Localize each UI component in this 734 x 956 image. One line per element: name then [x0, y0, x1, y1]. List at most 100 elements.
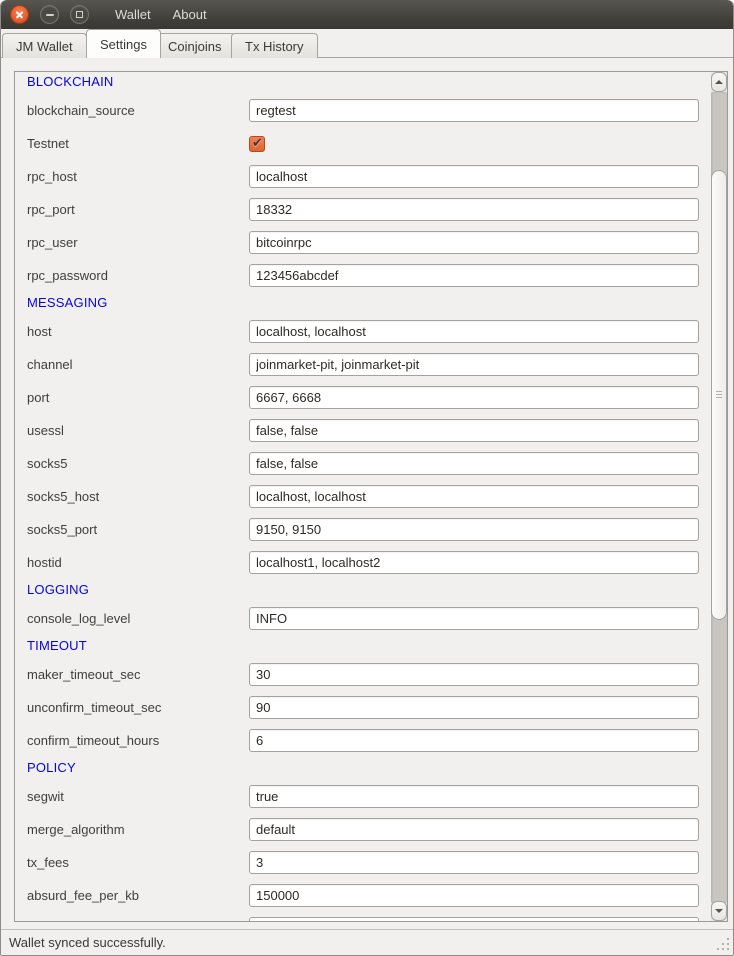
- tab-tx-history[interactable]: Tx History: [231, 33, 318, 58]
- settings-row: hostid: [27, 551, 710, 574]
- field-label: hostid: [27, 555, 249, 570]
- field-label: tx_fees: [27, 855, 249, 870]
- field-input[interactable]: [249, 551, 699, 574]
- tab-coinjoins[interactable]: Coinjoins: [154, 33, 235, 58]
- field-label: segwit: [27, 789, 249, 804]
- settings-row: channel: [27, 353, 710, 376]
- field-input[interactable]: [249, 386, 699, 409]
- section-header: LOGGING: [27, 582, 710, 598]
- settings-row: host: [27, 320, 710, 343]
- field-label: usessl: [27, 423, 249, 438]
- settings-row: console_log_level: [27, 607, 710, 630]
- close-icon: [11, 6, 28, 23]
- minimize-button[interactable]: [40, 5, 59, 24]
- menubar: Wallet About: [104, 0, 218, 29]
- field-input[interactable]: [249, 419, 699, 442]
- field-input[interactable]: [249, 607, 699, 630]
- settings-row: blockchain_source: [27, 99, 710, 122]
- field-label: blockchain_source: [27, 103, 249, 118]
- tab-bar: JM Wallet Settings Coinjoins Tx History: [1, 29, 733, 58]
- field-label: socks5: [27, 456, 249, 471]
- field-label: merge_algorithm: [27, 822, 249, 837]
- settings-viewport: BLOCKCHAIN blockchain_source Testnet rpc…: [15, 72, 710, 921]
- settings-row: socks5_port: [27, 518, 710, 541]
- field-input[interactable]: [249, 485, 699, 508]
- tab-jm-wallet[interactable]: JM Wallet: [2, 33, 87, 58]
- settings-row: tx_fees: [27, 851, 710, 874]
- field-input[interactable]: [249, 198, 699, 221]
- field-input[interactable]: [249, 165, 699, 188]
- field-label: Testnet: [27, 136, 249, 151]
- field-label: console_log_level: [27, 611, 249, 626]
- status-bar: Wallet synced successfully.: [1, 929, 733, 955]
- field-label: socks5_port: [27, 522, 249, 537]
- settings-row: unconfirm_timeout_sec: [27, 696, 710, 719]
- field-label: absurd_fee_per_kb: [27, 888, 249, 903]
- clipped-next-field-input[interactable]: [249, 917, 699, 921]
- grip-icon: [716, 391, 722, 392]
- menu-item-wallet[interactable]: Wallet: [104, 0, 162, 29]
- settings-row: confirm_timeout_hours: [27, 729, 710, 752]
- field-label: host: [27, 324, 249, 339]
- status-message: Wallet synced successfully.: [9, 935, 166, 950]
- minimize-icon: [46, 14, 54, 16]
- menu-item-about[interactable]: About: [162, 0, 218, 29]
- settings-row: segwit: [27, 785, 710, 808]
- field-input[interactable]: [249, 663, 699, 686]
- resize-grip[interactable]: [716, 938, 729, 951]
- field-input[interactable]: [249, 518, 699, 541]
- titlebar[interactable]: Wallet About: [1, 0, 733, 29]
- field-label: rpc_password: [27, 268, 249, 283]
- field-input[interactable]: [249, 696, 699, 719]
- field-input[interactable]: [249, 99, 699, 122]
- settings-checkbox[interactable]: [249, 136, 265, 152]
- field-input[interactable]: [249, 264, 699, 287]
- scroll-down-button[interactable]: [711, 901, 727, 921]
- section-header: BLOCKCHAIN: [27, 74, 710, 90]
- settings-pane: BLOCKCHAIN blockchain_source Testnet rpc…: [1, 58, 733, 930]
- settings-row: rpc_password: [27, 264, 710, 287]
- field-input[interactable]: [249, 729, 699, 752]
- field-label: channel: [27, 357, 249, 372]
- settings-row: maker_timeout_sec: [27, 663, 710, 686]
- field-input[interactable]: [249, 320, 699, 343]
- field-label: maker_timeout_sec: [27, 667, 249, 682]
- field-label: socks5_host: [27, 489, 249, 504]
- settings-row: rpc_user: [27, 231, 710, 254]
- field-label: rpc_host: [27, 169, 249, 184]
- section-header: MESSAGING: [27, 295, 710, 311]
- settings-row: port: [27, 386, 710, 409]
- settings-row: rpc_host: [27, 165, 710, 188]
- field-label: rpc_port: [27, 202, 249, 217]
- scrollbar-thumb[interactable]: [711, 170, 727, 620]
- field-input[interactable]: [249, 884, 699, 907]
- settings-row: socks5: [27, 452, 710, 475]
- field-input[interactable]: [249, 851, 699, 874]
- app-window: Wallet About JM Wallet Settings Coinjoin…: [0, 0, 734, 956]
- scrollbar-track[interactable]: [711, 92, 727, 903]
- maximize-button[interactable]: [70, 5, 89, 24]
- close-button[interactable]: [10, 5, 29, 24]
- scroll-up-button[interactable]: [711, 72, 727, 92]
- field-label: confirm_timeout_hours: [27, 733, 249, 748]
- settings-row: Testnet: [27, 132, 710, 155]
- vertical-scrollbar[interactable]: [711, 72, 727, 921]
- settings-row: absurd_fee_per_kb: [27, 884, 710, 907]
- settings-row: rpc_port: [27, 198, 710, 221]
- field-input[interactable]: [249, 231, 699, 254]
- field-input[interactable]: [249, 818, 699, 841]
- field-input[interactable]: [249, 353, 699, 376]
- arrow-down-icon: [715, 909, 723, 913]
- section-header: POLICY: [27, 760, 710, 776]
- field-label: port: [27, 390, 249, 405]
- field-input[interactable]: [249, 452, 699, 475]
- maximize-icon: [76, 11, 83, 18]
- tab-settings[interactable]: Settings: [86, 29, 161, 58]
- arrow-up-icon: [715, 80, 723, 84]
- section-header: TIMEOUT: [27, 638, 710, 654]
- settings-row: usessl: [27, 419, 710, 442]
- settings-scroll-area: BLOCKCHAIN blockchain_source Testnet rpc…: [14, 71, 728, 922]
- settings-row: merge_algorithm: [27, 818, 710, 841]
- field-label: unconfirm_timeout_sec: [27, 700, 249, 715]
- field-input[interactable]: [249, 785, 699, 808]
